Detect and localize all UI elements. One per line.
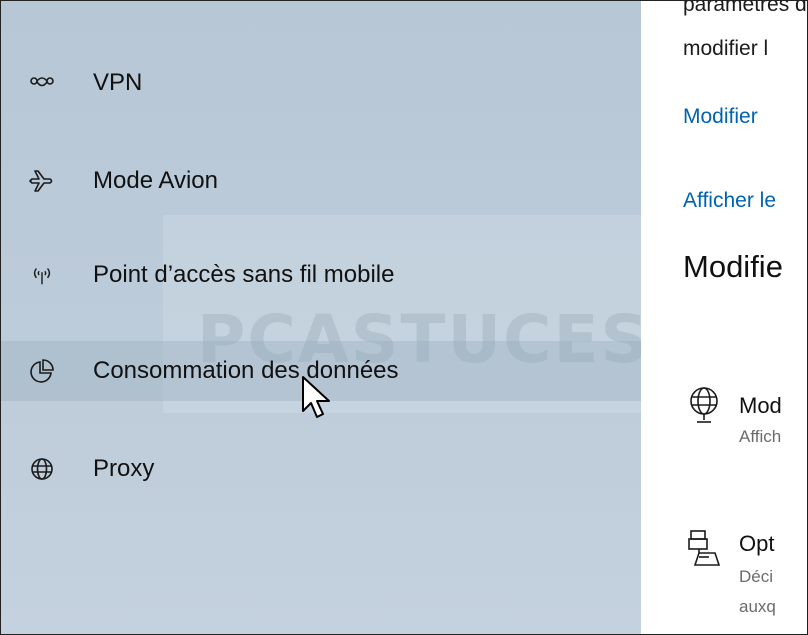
sidebar-item-vpn[interactable]: VPN bbox=[1, 53, 641, 113]
show-link[interactable]: Afficher le bbox=[683, 189, 776, 213]
sidebar-item-proxy[interactable]: Proxy bbox=[1, 439, 641, 499]
network-globe-icon bbox=[685, 385, 723, 425]
sidebar-item-label: Proxy bbox=[93, 455, 155, 482]
sidebar-item-label: Consommation des données bbox=[93, 357, 399, 384]
sidebar-item-airplane-mode[interactable]: Mode Avion bbox=[1, 151, 641, 211]
globe-icon bbox=[29, 456, 55, 482]
section-title: Modifie bbox=[683, 249, 783, 284]
hotspot-icon bbox=[29, 262, 55, 288]
modify-link[interactable]: Modifier bbox=[683, 105, 758, 129]
sidebar-item-label: VPN bbox=[93, 69, 143, 96]
sidebar: PCASTUCES VPN Mode Avion Point d’accès s… bbox=[1, 1, 648, 634]
vpn-icon bbox=[29, 70, 55, 96]
airplane-icon bbox=[29, 168, 55, 194]
mouse-cursor-icon bbox=[302, 376, 330, 418]
setting-description: Déci bbox=[739, 567, 774, 586]
sidebar-item-label: Point d’accès sans fil mobile bbox=[93, 261, 395, 288]
data-usage-icon bbox=[29, 358, 55, 384]
sidebar-item-mobile-hotspot[interactable]: Point d’accès sans fil mobile bbox=[1, 245, 641, 305]
sidebar-item-label: Mode Avion bbox=[93, 167, 218, 194]
settings-window: PCASTUCES VPN Mode Avion Point d’accès s… bbox=[0, 0, 808, 635]
setting-title: Opt bbox=[739, 531, 775, 556]
setting-description: Affich bbox=[739, 427, 782, 446]
description-text: modifier l bbox=[683, 37, 769, 60]
setting-description-line2: auxq bbox=[739, 597, 776, 616]
main-content: paramètres de modifier l Modifier Affich… bbox=[641, 1, 808, 634]
setting-title: Mod bbox=[739, 393, 782, 418]
description-text-partial: paramètres de bbox=[683, 1, 808, 16]
sharing-icon bbox=[685, 527, 723, 567]
